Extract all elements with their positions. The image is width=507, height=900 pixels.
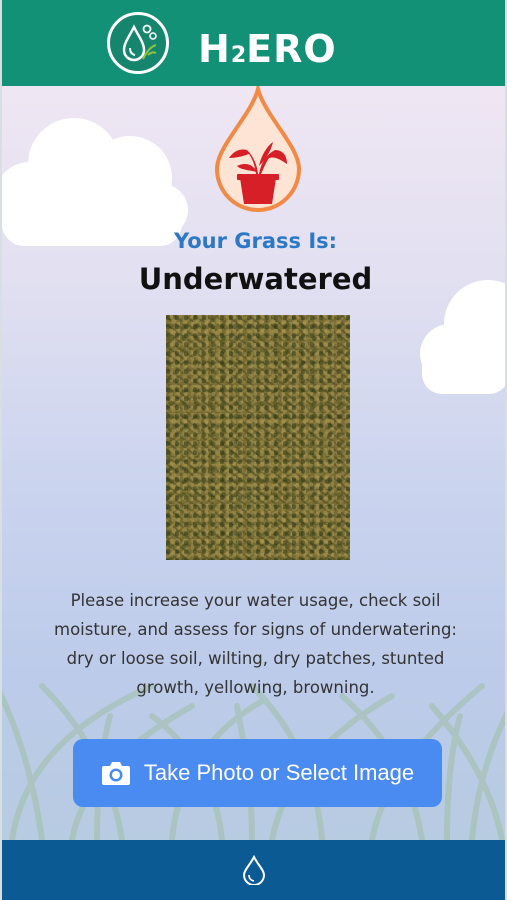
water-drop-leaf-logo-icon: [107, 12, 169, 74]
app-header: H2ERO: [0, 0, 507, 86]
take-photo-label: Take Photo or Select Image: [143, 760, 415, 785]
take-photo-button[interactable]: Take Photo or Select Image: [73, 739, 442, 807]
water-drop-icon[interactable]: [242, 855, 266, 885]
plant-in-drop-icon: [213, 86, 303, 214]
app-brand-title: H2ERO: [198, 27, 337, 71]
app-footer: [0, 840, 507, 900]
result-screen: Your Grass Is: Underwatered Please incre…: [0, 86, 507, 840]
grass-photo: [166, 315, 350, 560]
app-screen: H2ERO Your Grass Is: Underwatered Please…: [0, 0, 507, 900]
result-value: Underwatered: [138, 262, 373, 296]
result-label: Your Grass Is:: [173, 229, 338, 253]
camera-icon: [101, 762, 130, 785]
advice-text: Please increase your water usage, check …: [54, 591, 457, 697]
